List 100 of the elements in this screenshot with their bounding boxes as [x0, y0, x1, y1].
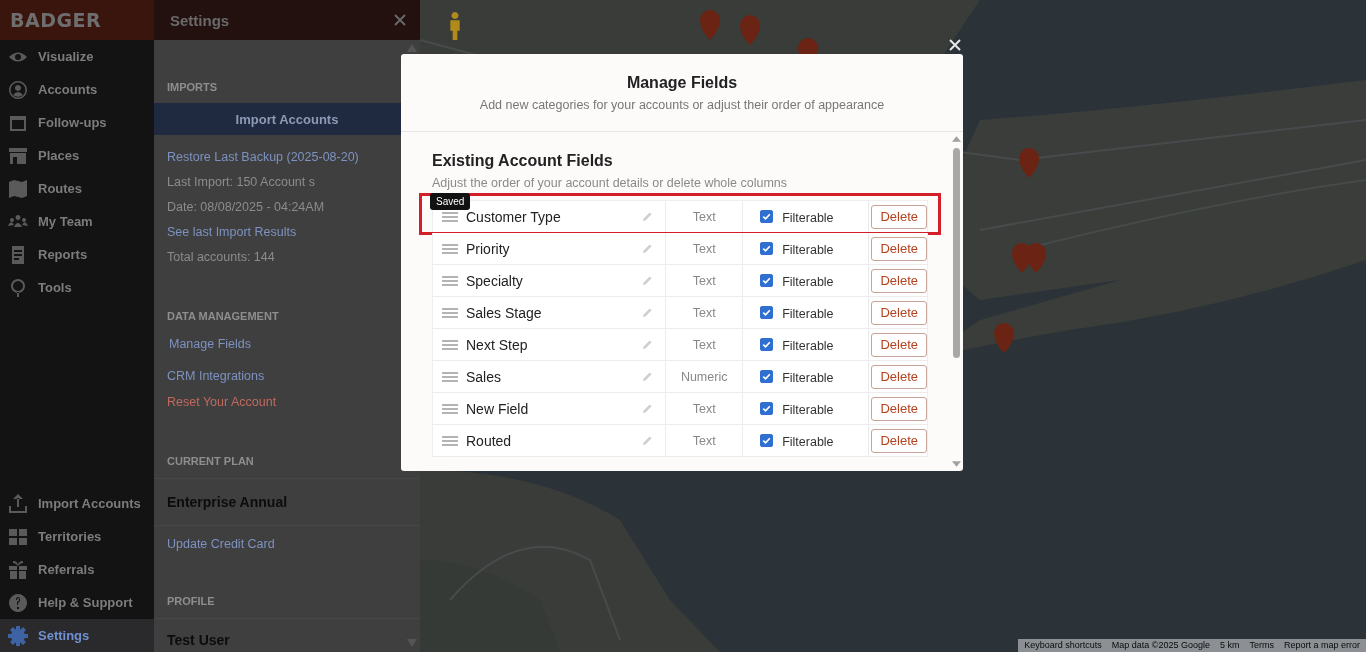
link[interactable]: CRM Integrations — [167, 368, 265, 385]
nav-item[interactable]: Accounts — [0, 73, 154, 106]
nav-item[interactable]: Import Accounts — [0, 487, 154, 520]
field-type: Text — [692, 305, 716, 320]
field-name: Sales — [466, 368, 503, 385]
field-type: Text — [692, 209, 716, 224]
storefront-icon — [8, 145, 28, 166]
pencil-icon[interactable] — [642, 435, 654, 446]
map-link[interactable]: Map data ©2025 Google — [1111, 640, 1210, 650]
link[interactable]: Update Credit Card — [154, 526, 288, 553]
checkbox[interactable] — [760, 434, 774, 447]
nav-item[interactable]: Referrals — [0, 553, 154, 586]
section-heading: PROFILE — [166, 594, 216, 609]
map-icon — [8, 178, 28, 199]
scroll-down-icon[interactable] — [951, 461, 961, 467]
scale-label: 5 km — [1219, 640, 1240, 650]
section-subtitle: Adjust the order of your account details or delete whole columns — [432, 176, 789, 190]
checkbox[interactable] — [760, 338, 774, 351]
drag-handle-icon[interactable] — [442, 243, 458, 254]
delete-button[interactable]: Delete — [871, 332, 927, 357]
link[interactable]: See last Import Results — [167, 224, 297, 241]
nav-item[interactable]: Tools — [0, 271, 154, 304]
drag-handle-icon[interactable] — [442, 339, 458, 350]
nav-item[interactable]: Reports — [0, 238, 154, 271]
checkbox[interactable] — [760, 274, 774, 287]
drag-handle-icon[interactable] — [442, 275, 458, 286]
nav-item[interactable]: Help & Support — [0, 586, 154, 619]
nav-item[interactable]: My Team — [0, 205, 154, 238]
dialog-subtitle: Add new categories for your accounts or adjust their order of appearance — [479, 97, 885, 112]
section-heading: CURRENT PLAN — [166, 454, 255, 469]
person-icon[interactable] — [448, 12, 462, 40]
drag-handle-icon[interactable] — [442, 371, 458, 382]
map-link[interactable]: Report a map error — [1283, 640, 1360, 650]
checkbox[interactable] — [760, 306, 774, 319]
nav-item[interactable]: Places — [0, 139, 154, 172]
reset-link[interactable]: Reset Your Account — [167, 394, 277, 411]
field-type: Numeric — [680, 369, 728, 384]
pencil-icon[interactable] — [642, 243, 654, 254]
pencil-icon[interactable] — [642, 307, 654, 318]
field-name: Specialty — [466, 272, 524, 289]
field-type: Text — [692, 401, 716, 416]
field-name: Priority — [466, 240, 511, 257]
checkbox-label: Filterable — [782, 275, 834, 289]
scrollbar-thumb[interactable] — [952, 148, 960, 358]
nav-item[interactable]: Routes — [0, 172, 154, 205]
delete-button[interactable]: Delete — [871, 236, 927, 261]
info-text: Total accounts: 144 — [167, 249, 275, 266]
nav-item[interactable]: Follow-ups — [0, 106, 154, 139]
field-type: Text — [692, 337, 716, 352]
checkbox-label: Filterable — [782, 307, 834, 321]
field-name: Customer Type — [466, 208, 562, 225]
tooltip: Saved — [430, 193, 471, 210]
drag-handle-icon[interactable] — [442, 403, 458, 414]
checkbox-label: Filterable — [782, 243, 834, 257]
checkbox-label: Filterable — [782, 211, 834, 225]
delete-button[interactable]: Delete — [871, 364, 927, 389]
grid-icon — [8, 526, 28, 547]
field-name: Routed — [466, 432, 513, 449]
delete-button[interactable]: Delete — [871, 204, 927, 229]
link[interactable]: Restore Last Backup (2025-08-20) — [167, 149, 359, 166]
nav-item[interactable]: Settings — [0, 619, 154, 652]
settings-icon — [8, 625, 28, 646]
checkbox[interactable] — [760, 210, 774, 223]
person-icon — [8, 79, 28, 100]
panel-title: Settings — [170, 11, 230, 29]
logo: BADGER — [10, 9, 102, 31]
drag-handle-icon[interactable] — [442, 211, 458, 222]
delete-button[interactable]: Delete — [871, 428, 927, 453]
nav-item[interactable]: Territories — [0, 520, 154, 553]
pencil-icon[interactable] — [642, 403, 654, 414]
map-link[interactable]: Keyboard shortcuts — [1024, 640, 1102, 650]
delete-button[interactable]: Delete — [871, 300, 927, 325]
checkbox[interactable] — [760, 370, 774, 383]
balloon-icon — [8, 277, 28, 298]
delete-button[interactable]: Delete — [871, 268, 927, 293]
help-icon — [8, 592, 28, 613]
checkbox-label: Filterable — [782, 403, 834, 417]
pencil-icon[interactable] — [642, 275, 654, 286]
gift-icon — [8, 559, 28, 580]
scroll-up-icon[interactable] — [951, 136, 961, 142]
dialog-title: Manage Fields — [626, 73, 738, 92]
section-title: Existing Account Fields — [432, 152, 614, 170]
pencil-icon[interactable] — [642, 371, 654, 382]
field-name: New Field — [466, 400, 530, 417]
pencil-icon[interactable] — [642, 339, 654, 350]
info-text: Date: 08/08/2025 - 04:24AM — [167, 199, 325, 216]
info-text: Last Import: 150 Account s — [167, 174, 315, 191]
map-link[interactable]: Terms — [1249, 640, 1274, 650]
checkbox-label: Filterable — [782, 339, 834, 353]
checkbox[interactable] — [760, 242, 774, 255]
drag-handle-icon[interactable] — [442, 307, 458, 318]
nav-item[interactable]: Visualize — [0, 40, 154, 73]
checkbox[interactable] — [760, 402, 774, 415]
pencil-icon[interactable] — [642, 211, 654, 222]
field-name: Next Step — [466, 336, 529, 353]
drag-handle-icon[interactable] — [442, 435, 458, 446]
link[interactable]: Manage Fields — [167, 336, 251, 353]
checkbox-label: Filterable — [782, 435, 834, 449]
upload-icon — [8, 493, 28, 514]
delete-button[interactable]: Delete — [871, 396, 927, 421]
